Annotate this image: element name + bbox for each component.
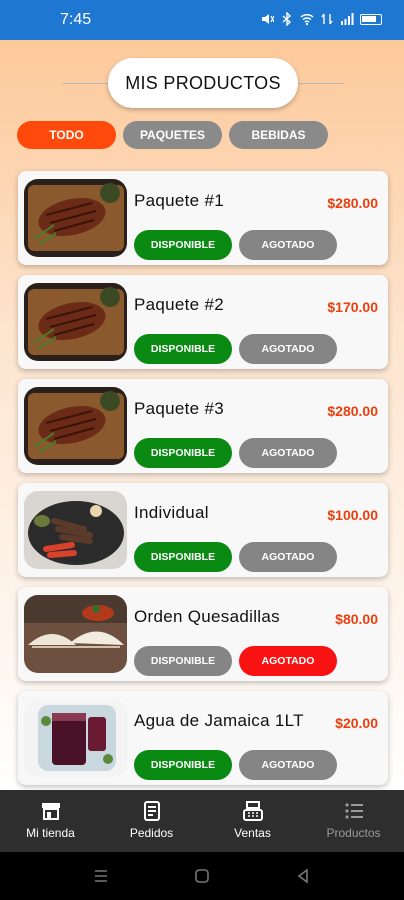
soldout-button[interactable]: AGOTADO <box>239 438 337 468</box>
bluetooth-icon <box>282 12 292 26</box>
soldout-button[interactable]: AGOTADO <box>239 542 337 572</box>
soldout-button[interactable]: AGOTADO <box>239 334 337 364</box>
nav-productos[interactable]: Productos <box>303 790 404 852</box>
product-price: $280.00 <box>327 403 378 419</box>
cash-register-icon <box>242 801 263 821</box>
nav-pedidos[interactable]: Pedidos <box>101 790 202 852</box>
product-card[interactable]: Individual $100.00 DISPONIBLE AGOTADO <box>18 483 388 577</box>
nav-label: Ventas <box>234 826 271 840</box>
product-price: $100.00 <box>327 507 378 523</box>
steak-board-image <box>24 387 127 465</box>
nav-label: Pedidos <box>129 826 174 840</box>
product-price: $20.00 <box>335 715 378 731</box>
title-divider-right <box>296 83 344 84</box>
recent-apps-icon[interactable] <box>91 866 111 886</box>
product-name: Paquete #2 <box>134 295 224 314</box>
product-price: $80.00 <box>335 611 378 627</box>
store-icon <box>41 803 60 820</box>
steak-board-image <box>24 283 127 361</box>
bottom-nav: Mi tienda Pedidos Ventas Productos <box>0 790 404 852</box>
nav-label: Mi tienda <box>26 826 75 840</box>
title-divider-left <box>62 83 110 84</box>
quesadillas-image <box>24 595 127 673</box>
back-icon[interactable] <box>293 866 313 886</box>
jamaica-drink-image <box>24 699 127 777</box>
data-icon <box>321 13 333 25</box>
status-time: 7:45 <box>60 11 92 28</box>
battery-icon <box>360 13 382 25</box>
product-name: Individual <box>134 503 209 522</box>
available-button[interactable]: DISPONIBLE <box>134 334 232 364</box>
product-price: $170.00 <box>327 299 378 315</box>
product-card[interactable]: Paquete #2 $170.00 DISPONIBLE AGOTADO <box>18 275 388 369</box>
receipt-icon <box>143 801 160 821</box>
home-icon[interactable] <box>192 866 212 886</box>
product-card[interactable]: Paquete #1 $280.00 DISPONIBLE AGOTADO <box>18 171 388 265</box>
grill-plate-image <box>24 491 127 569</box>
tab-paquetes[interactable]: PAQUETES <box>123 121 222 149</box>
status-icons <box>260 12 382 26</box>
soldout-button[interactable]: AGOTADO <box>239 230 337 260</box>
system-nav-bar <box>0 852 404 900</box>
available-button[interactable]: DISPONIBLE <box>134 438 232 468</box>
header: MIS PRODUCTOS <box>0 58 404 108</box>
product-name: Orden Quesadillas <box>134 607 280 626</box>
available-button[interactable]: DISPONIBLE <box>134 750 232 780</box>
product-card[interactable]: Paquete #3 $280.00 DISPONIBLE AGOTADO <box>18 379 388 473</box>
main-content: MIS PRODUCTOS TODO PAQUETES BEBIDAS Paqu… <box>0 40 404 790</box>
product-price: $280.00 <box>327 195 378 211</box>
product-card[interactable]: Agua de Jamaica 1LT $20.00 DISPONIBLE AG… <box>18 691 388 785</box>
tab-todo[interactable]: TODO <box>17 121 116 149</box>
product-name: Paquete #1 <box>134 191 224 210</box>
soldout-button[interactable]: AGOTADO <box>239 646 337 676</box>
list-icon <box>344 803 363 819</box>
product-card[interactable]: Orden Quesadillas $80.00 DISPONIBLE AGOT… <box>18 587 388 681</box>
product-name: Agua de Jamaica 1LT <box>134 711 304 730</box>
signal-icon <box>341 13 354 25</box>
mute-icon <box>262 14 274 24</box>
available-button[interactable]: DISPONIBLE <box>134 646 232 676</box>
available-button[interactable]: DISPONIBLE <box>134 230 232 260</box>
nav-ventas[interactable]: Ventas <box>202 790 303 852</box>
steak-board-image <box>24 179 127 257</box>
tab-bebidas[interactable]: BEBIDAS <box>229 121 328 149</box>
wifi-icon <box>300 13 314 26</box>
category-tabs: TODO PAQUETES BEBIDAS <box>0 121 404 149</box>
nav-mi-tienda[interactable]: Mi tienda <box>0 790 101 852</box>
available-button[interactable]: DISPONIBLE <box>134 542 232 572</box>
page-title: MIS PRODUCTOS <box>108 58 298 108</box>
soldout-button[interactable]: AGOTADO <box>239 750 337 780</box>
nav-label: Productos <box>326 826 381 840</box>
status-bar: 7:45 <box>0 0 404 40</box>
product-name: Paquete #3 <box>134 399 224 418</box>
